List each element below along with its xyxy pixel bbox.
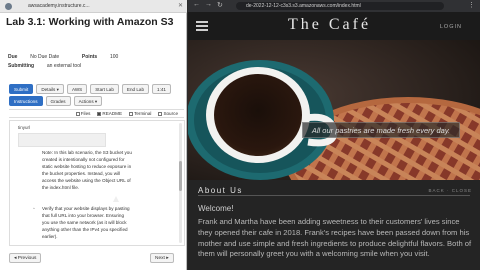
coffee-and-pie-image	[188, 40, 480, 180]
site-favicon-icon	[5, 3, 12, 10]
hero-caption: All our pastries are made fresh every da…	[302, 122, 460, 138]
actions-menu[interactable]: Actions ▾	[73, 96, 103, 106]
toggle-files[interactable]: Files	[75, 110, 91, 117]
previous-button[interactable]: ◂ Previous	[9, 253, 42, 263]
end-lab-button[interactable]: End Lab	[121, 84, 150, 94]
instructions-document: tinyurl Note: In this lab scenario, the …	[9, 120, 185, 246]
timer-badge: 1:41	[152, 84, 171, 94]
hero-image: All our pastries are made fresh every da…	[188, 40, 480, 180]
bullet-marker: ◦	[33, 206, 35, 212]
due-row: Due No Due Date Points 100	[8, 54, 118, 60]
lab-tabs: Instructions Grades Actions ▾	[9, 96, 103, 106]
submit-button[interactable]: Submit	[9, 84, 34, 94]
mouse-cursor-icon	[113, 196, 119, 202]
hamburger-menu-icon[interactable]	[196, 21, 208, 31]
aws-button[interactable]: AWS	[66, 84, 88, 94]
tab-grades[interactable]: Grades	[45, 96, 71, 106]
browser-toolbar: ← → ↻ de-2022-12-12-c3s3.s3.amazonaws.co…	[188, 0, 480, 12]
left-browser-tab[interactable]: awsacademy.instructure.c... ✕	[0, 0, 187, 13]
files-label: Files	[80, 111, 91, 116]
browser-window: ← → ↻ de-2022-12-12-c3s3.s3.amazonaws.co…	[188, 0, 480, 270]
points-value: 100	[109, 54, 119, 60]
toggle-readme[interactable]: README	[97, 110, 122, 117]
instruction-note: Note: In this lab scenario, the S3 bucke…	[42, 150, 132, 190]
tab-instructions[interactable]: Instructions	[9, 96, 43, 106]
menu-dots-icon[interactable]: ⋮	[468, 1, 475, 9]
doc-scroll-thumb[interactable]	[179, 161, 182, 191]
start-lab-button[interactable]: Start Lab	[90, 84, 119, 94]
points-label: Points	[81, 54, 98, 60]
forward-arrow-icon[interactable]: →	[205, 1, 212, 8]
login-link[interactable]: LOGIN	[440, 24, 462, 30]
about-nav[interactable]: BACK · CLOSE	[428, 188, 472, 193]
toggle-terminal[interactable]: Terminal	[129, 110, 151, 117]
left-tab-url: awsacademy.instructure.c...	[28, 3, 90, 9]
about-paragraph: Frank and Martha have been adding sweetn…	[198, 217, 472, 259]
about-title: About Us	[198, 186, 243, 195]
due-value: No Due Date	[30, 54, 60, 60]
site-title: The Café	[288, 16, 372, 33]
doc-label: tinyurl	[18, 125, 31, 130]
readme-label: README	[102, 111, 123, 116]
about-divider	[198, 195, 470, 196]
reload-icon[interactable]: ↻	[217, 1, 223, 9]
back-arrow-icon[interactable]: ←	[193, 1, 200, 8]
page-title: Lab 3.1: Working with Amazon S3	[6, 16, 174, 28]
lab-panel: awsacademy.instructure.c... ✕ Lab 3.1: W…	[0, 0, 187, 270]
screen: awsacademy.instructure.c... ✕ Lab 3.1: W…	[0, 0, 480, 270]
due-label: Due	[8, 54, 18, 60]
panel-toolbar: Files README Terminal Source	[9, 109, 184, 118]
submitting-value: an external tool	[46, 63, 82, 69]
welcome-heading: Welcome!	[198, 204, 234, 213]
toggle-source[interactable]: Source	[158, 110, 178, 117]
details-button[interactable]: Details ▾	[36, 84, 64, 94]
submitting-row: Submitting an external tool	[8, 63, 81, 69]
address-url[interactable]: de-2022-12-12-c3s3.s3.amazonaws.com/inde…	[246, 2, 361, 10]
terminal-label: Terminal	[134, 111, 152, 116]
lab-controls: Submit Details ▾ AWS Start Lab End Lab 1…	[9, 84, 171, 94]
code-box	[18, 133, 106, 147]
about-section: About Us BACK · CLOSE Welcome! Frank and…	[188, 180, 480, 270]
source-label: Source	[163, 111, 178, 116]
instruction-step: Verify that your website displays by pas…	[42, 206, 130, 239]
close-icon[interactable]: ✕	[178, 2, 183, 9]
next-button[interactable]: Next ▸	[150, 253, 174, 263]
submitting-label: Submitting	[8, 63, 35, 69]
